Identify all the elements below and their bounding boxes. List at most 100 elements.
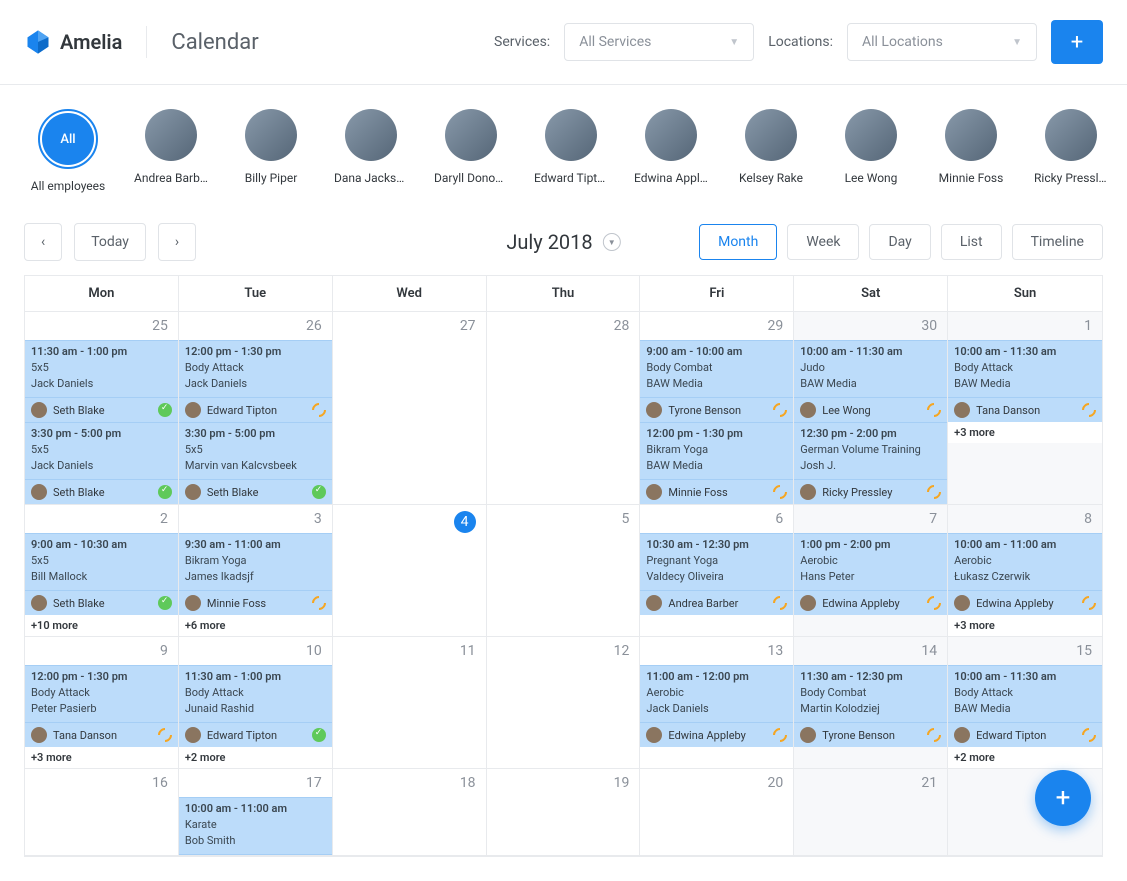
more-link[interactable]: +10 more [25,615,178,636]
event[interactable]: 10:00 am - 11:30 amJudoBAW Media [794,340,947,398]
event[interactable]: 11:30 am - 1:00 pmBody AttackJunaid Rash… [179,665,332,723]
day-cell[interactable]: 299:00 am - 10:00 amBody CombatBAW Media… [640,312,794,505]
logo[interactable]: Amelia [24,28,122,56]
day-cell[interactable]: 1510:00 am - 11:30 amBody AttackBAW Medi… [948,637,1102,769]
view-tab-list[interactable]: List [941,224,1002,260]
employee-filter-all[interactable]: AllAll employees [28,109,108,193]
event[interactable]: 3:30 pm - 5:00 pm5x5Jack Daniels [25,422,178,480]
recurring-icon [309,593,329,613]
day-cell[interactable]: 1311:00 am - 12:00 pmAerobicJack Daniels… [640,637,794,769]
employee-filter-item[interactable]: Minnie Foss [934,109,1008,193]
more-link[interactable]: +3 more [948,422,1102,443]
day-cell[interactable]: 110:00 am - 11:30 amBody AttackBAW Media… [948,312,1102,505]
day-cell[interactable]: 610:30 am - 12:30 pmPregnant YogaValdecy… [640,505,794,637]
check-icon [312,485,326,499]
day-number: 1 [948,312,1102,340]
event-title: Aerobic [800,554,941,567]
add-button[interactable]: + [1051,20,1103,64]
more-link[interactable]: +3 more [948,615,1102,636]
more-link[interactable]: +6 more [179,615,332,636]
day-cell[interactable]: 71:00 pm - 2:00 pmAerobicHans PeterEdwin… [794,505,948,637]
avatar [646,484,662,500]
event[interactable]: 12:00 pm - 1:30 pmBody AttackPeter Pasie… [25,665,178,723]
event[interactable]: 1:00 pm - 2:00 pmAerobicHans Peter [794,533,947,591]
event[interactable]: 10:00 am - 11:30 amBody AttackBAW Media [948,340,1102,398]
next-button[interactable]: › [158,223,196,261]
day-cell[interactable]: 912:00 pm - 1:30 pmBody AttackPeter Pasi… [25,637,179,769]
event-assignee: Seth Blake [179,480,332,504]
more-link[interactable]: +3 more [25,747,178,768]
day-cell[interactable]: 5 [487,505,641,637]
day-cell[interactable]: 16 [25,769,179,856]
today-button[interactable]: Today [74,223,146,261]
event[interactable]: 10:00 am - 11:00 amKarateBob Smith [179,797,332,855]
event-client: Valdecy Oliveira [646,570,787,583]
event-title: Judo [800,361,941,374]
employee-filter-item[interactable]: Daryll Donov... [434,109,508,193]
event[interactable]: 9:00 am - 10:00 amBody CombatBAW Media [640,340,793,398]
event[interactable]: 10:00 am - 11:30 amBody AttackBAW Media [948,665,1102,723]
employee-filter-item[interactable]: Dana Jackson [334,109,408,193]
fab-add-button[interactable]: + [1035,770,1091,826]
chevron-down-icon: ▼ [729,37,739,48]
event[interactable]: 9:30 am - 11:00 amBikram YogaJames Ikads… [179,533,332,591]
day-number: 11 [333,637,486,665]
employee-filter-item[interactable]: Ricky Pressley [1034,109,1108,193]
more-link[interactable]: +2 more [948,747,1102,768]
view-tab-day[interactable]: Day [869,224,930,260]
day-cell[interactable]: 27 [333,312,487,505]
day-cell[interactable]: 2511:30 am - 1:00 pm5x5Jack DanielsSeth … [25,312,179,505]
day-cell[interactable]: 11 [333,637,487,769]
event-assignee: Edwina Appleby [794,591,947,615]
month-dropdown-icon[interactable]: ▼ [603,233,621,251]
check-icon [158,596,172,610]
day-cell[interactable]: 18 [333,769,487,856]
event[interactable]: 12:00 pm - 1:30 pmBikram YogaBAW Media [640,422,793,480]
locations-select[interactable]: All Locations ▼ [847,23,1037,61]
event[interactable]: 9:00 am - 10:30 am5x5Bill Mallock [25,533,178,591]
day-cell[interactable]: 3010:00 am - 11:30 amJudoBAW MediaLee Wo… [794,312,948,505]
day-cell[interactable]: 19 [487,769,641,856]
day-cell[interactable]: 4 [333,505,487,637]
day-cell[interactable]: 39:30 am - 11:00 amBikram YogaJames Ikad… [179,505,333,637]
event[interactable]: 11:00 am - 12:00 pmAerobicJack Daniels [640,665,793,723]
day-cell[interactable]: 12 [487,637,641,769]
event-time: 11:00 am - 12:00 pm [646,670,787,683]
day-cell[interactable]: 2612:00 pm - 1:30 pmBody AttackJack Dani… [179,312,333,505]
day-cell[interactable]: 1011:30 am - 1:00 pmBody AttackJunaid Ra… [179,637,333,769]
event-title: Body Attack [954,361,1096,374]
event[interactable]: 11:30 am - 12:30 pmBody CombatMartin Kol… [794,665,947,723]
prev-button[interactable]: ‹ [24,223,62,261]
day-number: 25 [25,312,178,340]
employee-filter-item[interactable]: Edward Tipton [534,109,608,193]
view-tab-week[interactable]: Week [787,224,859,260]
employee-filter-item[interactable]: Lee Wong [834,109,908,193]
more-link[interactable]: +2 more [179,747,332,768]
employee-filter-item[interactable]: Andrea Barber [134,109,208,193]
employee-filter-item[interactable]: Edwina Appl... [634,109,708,193]
day-cell[interactable]: 1411:30 am - 12:30 pmBody CombatMartin K… [794,637,948,769]
event-client: Jack Daniels [31,377,172,390]
assignee-name: Edwina Appleby [822,597,899,610]
event-time: 12:00 pm - 1:30 pm [185,345,326,358]
view-tab-month[interactable]: Month [699,224,777,260]
event[interactable]: 3:30 pm - 5:00 pm5x5Marvin van Kalcvsbee… [179,422,332,480]
day-cell[interactable]: 28 [487,312,641,505]
day-cell[interactable]: 20 [640,769,794,856]
day-cell[interactable]: 21 [794,769,948,856]
employee-filter-item[interactable]: Billy Piper [234,109,308,193]
services-select[interactable]: All Services ▼ [564,23,754,61]
day-cell[interactable]: 29:00 am - 10:30 am5x5Bill MallockSeth B… [25,505,179,637]
view-tab-timeline[interactable]: Timeline [1012,224,1103,260]
event-client: Bill Mallock [31,570,172,583]
event[interactable]: 12:30 pm - 2:00 pmGerman Volume Training… [794,422,947,480]
employee-filter-item[interactable]: Kelsey Rake [734,109,808,193]
check-icon [312,728,326,742]
day-cell[interactable]: 1710:00 am - 11:00 amKarateBob Smith [179,769,333,856]
event[interactable]: 11:30 am - 1:00 pm5x5Jack Daniels [25,340,178,398]
event[interactable]: 10:30 am - 12:30 pmPregnant YogaValdecy … [640,533,793,591]
event[interactable]: 12:00 pm - 1:30 pmBody AttackJack Daniel… [179,340,332,398]
day-cell[interactable]: 810:00 am - 11:00 amAerobicŁukasz Czerwi… [948,505,1102,637]
event[interactable]: 10:00 am - 11:00 amAerobicŁukasz Czerwik [948,533,1102,591]
avatar [745,109,797,161]
